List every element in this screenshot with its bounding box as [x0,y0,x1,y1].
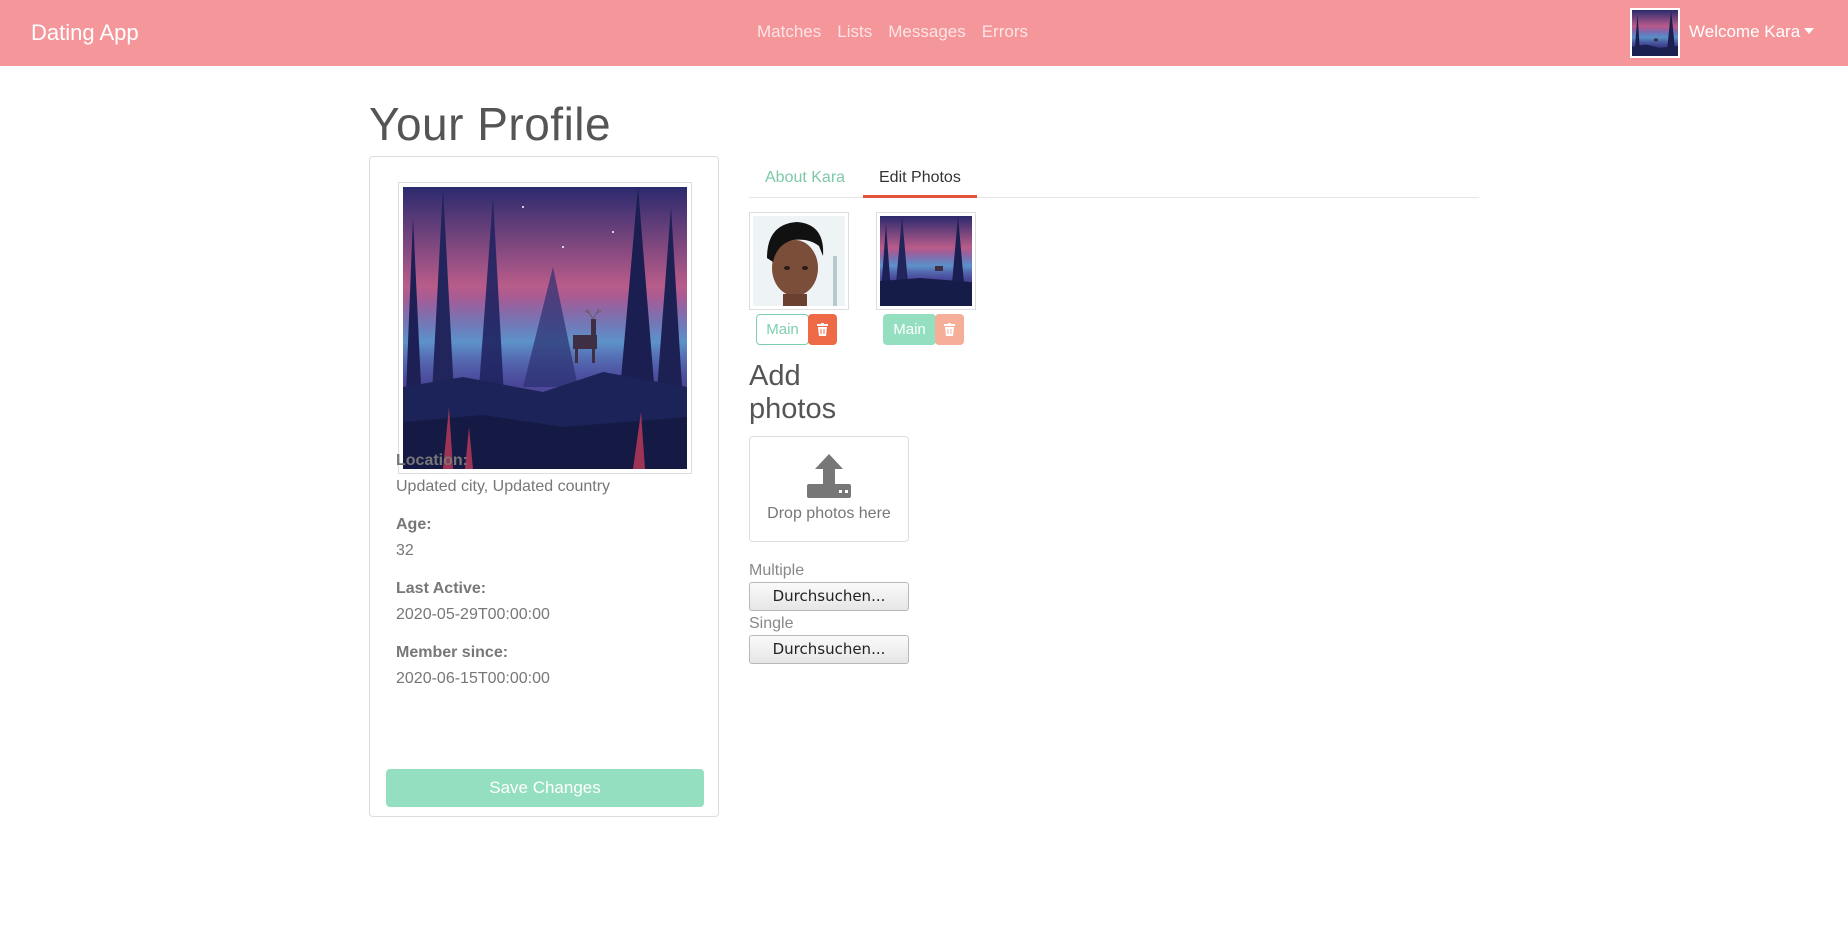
member-since-info: Member since: 2020-06-15T00:00:00 [396,644,550,688]
tab-about[interactable]: About Kara [749,160,861,198]
photo-thumbnail-image [753,216,845,306]
drop-zone-text: Drop photos here [767,505,891,522]
member-since-value: 2020-06-15T00:00:00 [396,670,550,687]
profile-tabs: About Kara Edit Photos [749,160,1479,198]
trash-icon [817,323,828,336]
multiple-label: Multiple [749,562,805,579]
nav-link-errors[interactable]: Errors [982,22,1028,42]
save-changes-button[interactable]: Save Changes [386,769,704,807]
profile-card: Location: Updated city, Updated country … [369,156,719,817]
photo-thumbnail [749,212,849,310]
upload-icon [807,454,851,498]
nav-link-lists[interactable]: Lists [837,22,872,42]
age-info: Age: 32 [396,516,432,560]
navbar: Dating App Matches Lists Messages Errors… [0,0,1848,66]
last-active-value: 2020-05-29T00:00:00 [396,606,550,623]
photo-thumbnail [876,212,976,310]
tab-edit-photos[interactable]: Edit Photos [863,160,977,198]
location-info: Location: Updated city, Updated country [396,452,610,496]
brand-link[interactable]: Dating App [31,20,139,46]
avatar[interactable] [1630,8,1680,58]
set-main-button[interactable]: Main [756,314,809,345]
delete-photo-button[interactable] [935,314,964,345]
nav-link-matches[interactable]: Matches [757,22,821,42]
profile-photo-image [403,187,687,469]
browse-single-button[interactable]: Durchsuchen... [749,635,909,664]
delete-photo-button[interactable] [808,314,837,345]
trash-icon [944,323,955,336]
welcome-text: Welcome Kara [1689,22,1801,41]
nav-link-messages[interactable]: Messages [888,22,965,42]
photo-drop-zone[interactable]: Drop photos here [749,436,909,542]
single-label: Single [749,615,794,632]
age-label: Age: [396,516,432,533]
member-since-label: Member since: [396,644,509,661]
set-main-button[interactable]: Main [883,314,936,345]
location-value: Updated city, Updated country [396,478,611,495]
add-photos-heading: Add photos [749,360,837,425]
browse-multiple-button[interactable]: Durchsuchen... [749,582,909,611]
profile-photo [398,182,692,474]
page-title: Your Profile [369,98,612,150]
last-active-label: Last Active: [396,580,487,597]
location-label: Location: [396,452,468,469]
caret-down-icon [1804,27,1815,34]
avatar-image [1632,10,1678,56]
user-dropdown[interactable]: Welcome Kara [1689,22,1815,42]
nav-links: Matches Lists Messages Errors [757,22,1028,42]
last-active-info: Last Active: 2020-05-29T00:00:00 [396,580,550,624]
age-value: 32 [396,542,414,559]
photo-thumbnail-image [880,216,972,306]
